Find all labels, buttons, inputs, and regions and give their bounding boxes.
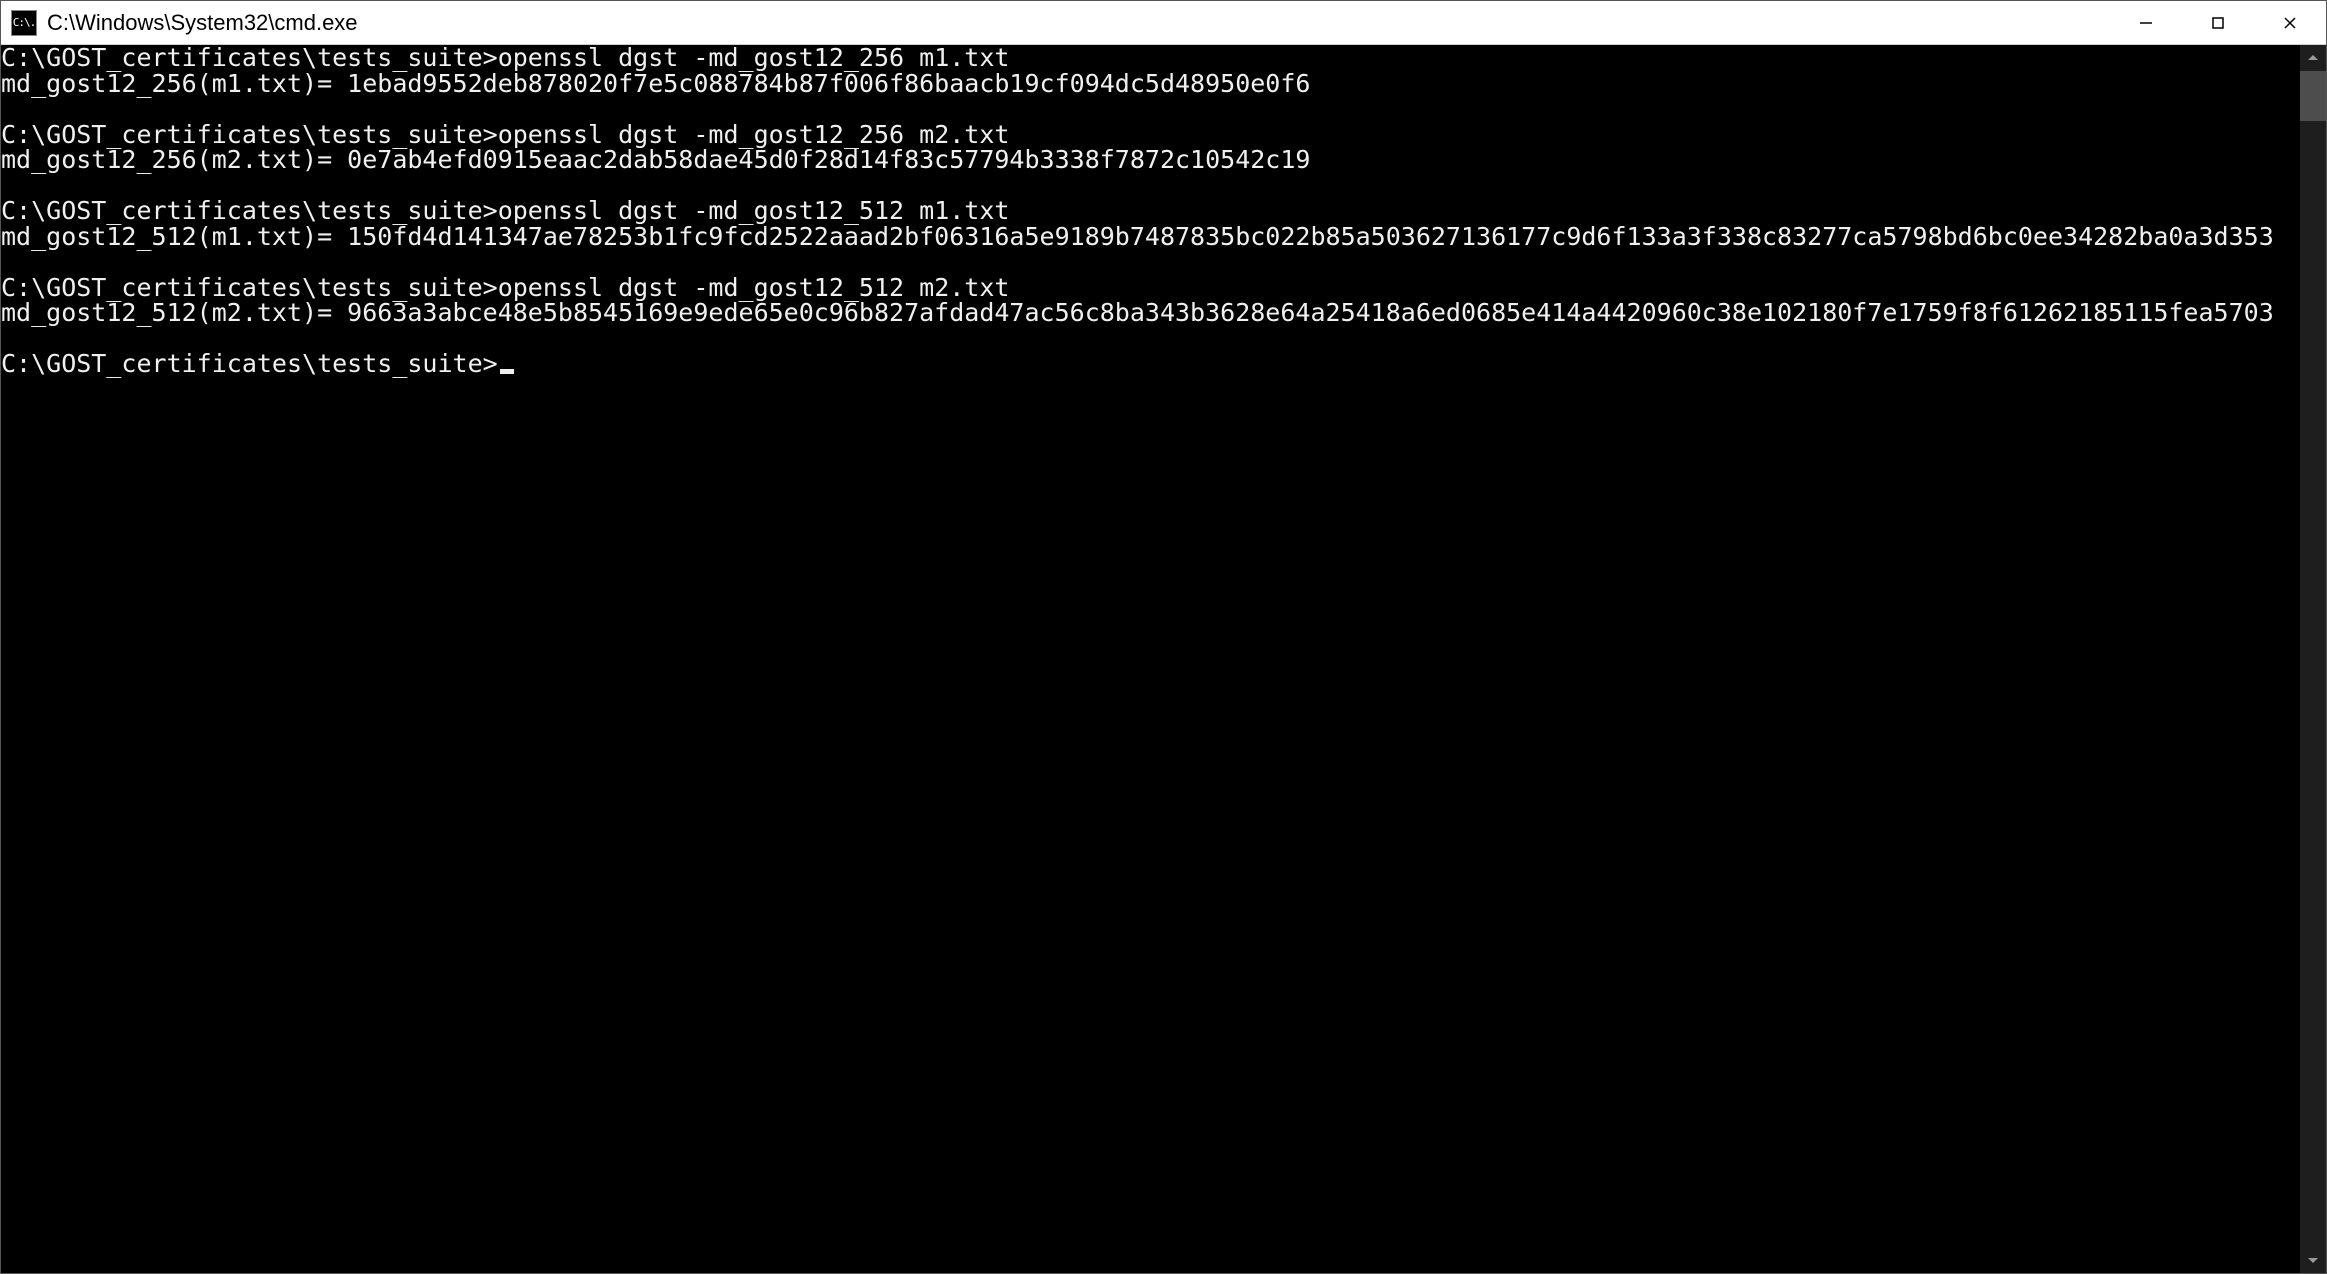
- close-icon: [2282, 15, 2298, 31]
- scroll-thumb[interactable]: [2300, 71, 2326, 121]
- command-text: openssl dgst -md_gost12_256 m1.txt: [498, 45, 1010, 72]
- output-line: md_gost12_256(m1.txt)= 1ebad9552deb87802…: [1, 71, 2300, 97]
- scroll-down-button[interactable]: [2300, 1247, 2326, 1273]
- close-button[interactable]: [2254, 1, 2326, 44]
- window-controls: [2110, 1, 2326, 44]
- prompt: C:\GOST_certificates\tests_suite>: [1, 45, 498, 72]
- prompt: C:\GOST_certificates\tests_suite>: [1, 196, 498, 225]
- output-line: md_gost12_512(m1.txt)= 150fd4d141347ae78…: [1, 224, 2300, 250]
- scroll-track[interactable]: [2300, 71, 2326, 1247]
- titlebar[interactable]: C:\. C:\Windows\System32\cmd.exe: [1, 1, 2326, 45]
- cursor: [500, 369, 514, 374]
- vertical-scrollbar[interactable]: [2300, 45, 2326, 1273]
- blank-line: [1, 173, 2300, 199]
- output-line: md_gost12_256(m2.txt)= 0e7ab4efd0915eaac…: [1, 147, 2300, 173]
- chevron-up-icon: [2307, 52, 2319, 64]
- maximize-button[interactable]: [2182, 1, 2254, 44]
- blank-line: [1, 96, 2300, 122]
- cmd-line: C:\GOST_certificates\tests_suite>: [1, 351, 2300, 377]
- cmd-window: C:\. C:\Windows\System32\cmd.exe C:\GOST…: [0, 0, 2327, 1274]
- cmd-line: C:\GOST_certificates\tests_suite>openssl…: [1, 122, 2300, 148]
- blank-line: [1, 326, 2300, 352]
- minimize-icon: [2138, 15, 2154, 31]
- window-title: C:\Windows\System32\cmd.exe: [47, 10, 2110, 36]
- output-line: md_gost12_512(m2.txt)= 9663a3abce48e5b85…: [1, 300, 2300, 326]
- cmd-line: C:\GOST_certificates\tests_suite>openssl…: [1, 45, 2300, 71]
- maximize-icon: [2210, 15, 2226, 31]
- command-text: openssl dgst -md_gost12_512 m1.txt: [498, 196, 1010, 225]
- blank-line: [1, 249, 2300, 275]
- prompt: C:\GOST_certificates\tests_suite>: [1, 349, 498, 378]
- cmd-line: C:\GOST_certificates\tests_suite>openssl…: [1, 275, 2300, 301]
- minimize-button[interactable]: [2110, 1, 2182, 44]
- scroll-up-button[interactable]: [2300, 45, 2326, 71]
- chevron-down-icon: [2307, 1254, 2319, 1266]
- client-area: C:\GOST_certificates\tests_suite>openssl…: [1, 45, 2326, 1273]
- cmd-line: C:\GOST_certificates\tests_suite>openssl…: [1, 198, 2300, 224]
- terminal-output[interactable]: C:\GOST_certificates\tests_suite>openssl…: [1, 45, 2300, 1273]
- cmd-icon: C:\.: [11, 10, 37, 36]
